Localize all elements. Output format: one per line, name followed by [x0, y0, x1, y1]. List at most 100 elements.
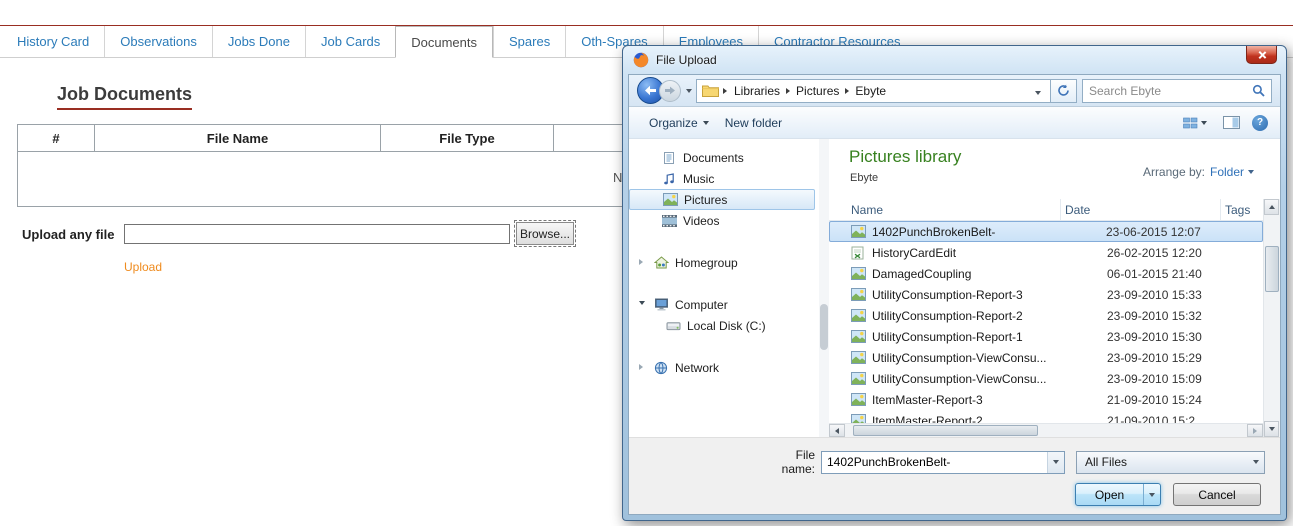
vertical-scrollbar[interactable] [1263, 199, 1280, 437]
dialog-titlebar[interactable]: File Upload [623, 46, 1286, 74]
file-type-combo[interactable]: All Files [1076, 451, 1265, 474]
column-header-name[interactable]: Name [829, 199, 1061, 220]
scroll-up-button[interactable] [1264, 199, 1279, 215]
address-bar[interactable]: Libraries Pictures Ebyte [696, 79, 1051, 103]
search-box[interactable] [1082, 79, 1272, 103]
tab-observations[interactable]: Observations [104, 26, 212, 57]
tab-job-cards[interactable]: Job Cards [305, 26, 395, 57]
breadcrumb-chevron-icon [723, 88, 727, 94]
vertical-scrollbar-thumb[interactable] [1265, 246, 1279, 292]
upload-link[interactable]: Upload [124, 260, 162, 274]
upload-file-input[interactable] [124, 224, 510, 244]
file-row-utilityconsumption-report-3[interactable]: UtilityConsumption-Report-323-09-2010 15… [829, 284, 1263, 305]
cancel-button[interactable]: Cancel [1173, 483, 1261, 506]
file-upload-dialog: File Upload Libraries Pictures Ebyte [622, 45, 1287, 521]
file-date: 21-09-2010 15:2 [1103, 414, 1263, 424]
scroll-right-button[interactable] [1247, 424, 1263, 437]
sidebar-item-label: Network [675, 361, 719, 375]
file-name: UtilityConsumption-Report-3 [868, 288, 1103, 302]
scroll-left-button[interactable] [829, 424, 845, 437]
organize-button[interactable]: Organize [641, 113, 717, 133]
file-date: 23-09-2010 15:30 [1103, 330, 1263, 344]
music-icon [661, 172, 677, 186]
expand-icon[interactable] [639, 364, 643, 370]
file-row-itemmaster-report-2[interactable]: ItemMaster-Report-221-09-2010 15:2 [829, 410, 1263, 423]
sidebar-item-local-disk-c[interactable]: Local Disk (C:) [629, 315, 815, 336]
column-header-tags[interactable]: Tags [1221, 199, 1263, 220]
open-button[interactable]: Open [1075, 483, 1161, 506]
breadcrumb-item-pictures[interactable]: Pictures [791, 84, 844, 98]
tab-spares[interactable]: Spares [493, 26, 565, 57]
image-file-icon [851, 288, 868, 301]
file-row-utilityconsumption-viewconsu[interactable]: UtilityConsumption-ViewConsu...23-09-201… [829, 368, 1263, 389]
sidebar-item-computer[interactable]: Computer [629, 294, 815, 315]
sidebar-item-music[interactable]: Music [629, 168, 815, 189]
image-file-icon [851, 225, 868, 238]
breadcrumb-item-ebyte[interactable]: Ebyte [850, 84, 891, 98]
file-row-1402punchbrokenbelt[interactable]: 1402PunchBrokenBelt-23-06-2015 12:07 [829, 221, 1263, 242]
arrange-by-dropdown[interactable]: Folder [1210, 165, 1254, 179]
sidebar-item-videos[interactable]: Videos [629, 210, 815, 231]
tab-history-card[interactable]: History Card [2, 26, 104, 57]
refresh-button[interactable] [1051, 79, 1077, 103]
file-row-damagedcoupling[interactable]: DamagedCoupling06-01-2015 21:40 [829, 263, 1263, 284]
collapse-icon[interactable] [639, 301, 645, 305]
file-type-dropdown-icon [1247, 452, 1264, 473]
file-row-utilityconsumption-viewconsu[interactable]: UtilityConsumption-ViewConsu...23-09-201… [829, 347, 1263, 368]
library-header: Pictures library Ebyte Arrange by: Folde… [829, 139, 1280, 199]
image-file-icon [851, 393, 868, 406]
arrange-by-label: Arrange by: [1143, 165, 1205, 179]
recent-pages-icon[interactable] [686, 89, 692, 93]
file-date: 26-02-2015 12:20 [1103, 246, 1263, 260]
videos-icon [661, 215, 677, 227]
browse-button[interactable]: Browse... [516, 222, 574, 245]
file-date: 21-09-2010 15:24 [1103, 393, 1263, 407]
documents-icon [661, 151, 677, 165]
file-row-itemmaster-report-3[interactable]: ItemMaster-Report-321-09-2010 15:24 [829, 389, 1263, 410]
organize-label: Organize [649, 116, 698, 130]
computer-icon [653, 298, 669, 311]
horizontal-scrollbar-thumb[interactable] [853, 425, 1038, 436]
tab-jobs-done[interactable]: Jobs Done [212, 26, 305, 57]
table-column-header-file-name: File Name [95, 125, 381, 152]
new-folder-button[interactable]: New folder [717, 113, 790, 133]
file-name-input[interactable] [822, 455, 1047, 469]
sidebar-item-documents[interactable]: Documents [629, 147, 815, 168]
forward-button[interactable] [659, 80, 681, 102]
help-button[interactable]: ? [1252, 115, 1268, 131]
breadcrumb-item-libraries[interactable]: Libraries [729, 84, 785, 98]
close-button[interactable] [1246, 46, 1277, 64]
tab-documents[interactable]: Documents [395, 26, 493, 58]
sidebar-item-pictures[interactable]: Pictures [629, 189, 815, 210]
preview-pane-button[interactable] [1219, 113, 1244, 132]
upload-file-label: Upload any file [22, 227, 114, 242]
pictures-icon [662, 193, 678, 206]
file-row-historycardedit[interactable]: HistoryCardEdit26-02-2015 12:20 [829, 242, 1263, 263]
new-folder-label: New folder [725, 116, 782, 130]
expand-icon[interactable] [639, 259, 643, 265]
navigation-sidebar: DocumentsMusicPictures Videos Homegroup Com… [629, 139, 819, 437]
file-row-utilityconsumption-report-1[interactable]: UtilityConsumption-Report-123-09-2010 15… [829, 326, 1263, 347]
sidebar-item-network[interactable]: Network [629, 357, 815, 378]
horizontal-scrollbar[interactable] [829, 423, 1263, 437]
column-header-date[interactable]: Date [1061, 199, 1221, 220]
table-empty-text: N [613, 170, 622, 185]
address-dropdown-icon[interactable] [1031, 84, 1045, 98]
file-name: UtilityConsumption-Report-1 [868, 330, 1103, 344]
sidebar-scrollbar-thumb[interactable] [820, 304, 828, 350]
views-button[interactable] [1179, 114, 1211, 132]
scroll-down-button[interactable] [1264, 421, 1279, 437]
file-row-utilityconsumption-report-2[interactable]: UtilityConsumption-Report-223-09-2010 15… [829, 305, 1263, 326]
sidebar-item-label: Computer [675, 298, 728, 312]
sidebar-item-label: Videos [683, 214, 719, 228]
view-controls: ? [1179, 113, 1268, 132]
file-name-dropdown-button[interactable] [1047, 452, 1064, 473]
open-dropdown-button[interactable] [1143, 484, 1160, 505]
file-date: 06-01-2015 21:40 [1103, 267, 1263, 281]
arrange-dropdown-icon [1248, 170, 1254, 174]
sidebar-item-homegroup[interactable]: Homegroup [629, 252, 815, 273]
file-date: 23-09-2010 15:29 [1103, 351, 1263, 365]
search-input[interactable] [1089, 84, 1252, 98]
file-name: UtilityConsumption-ViewConsu... [868, 372, 1103, 386]
sidebar-scrollbar[interactable] [819, 139, 829, 437]
